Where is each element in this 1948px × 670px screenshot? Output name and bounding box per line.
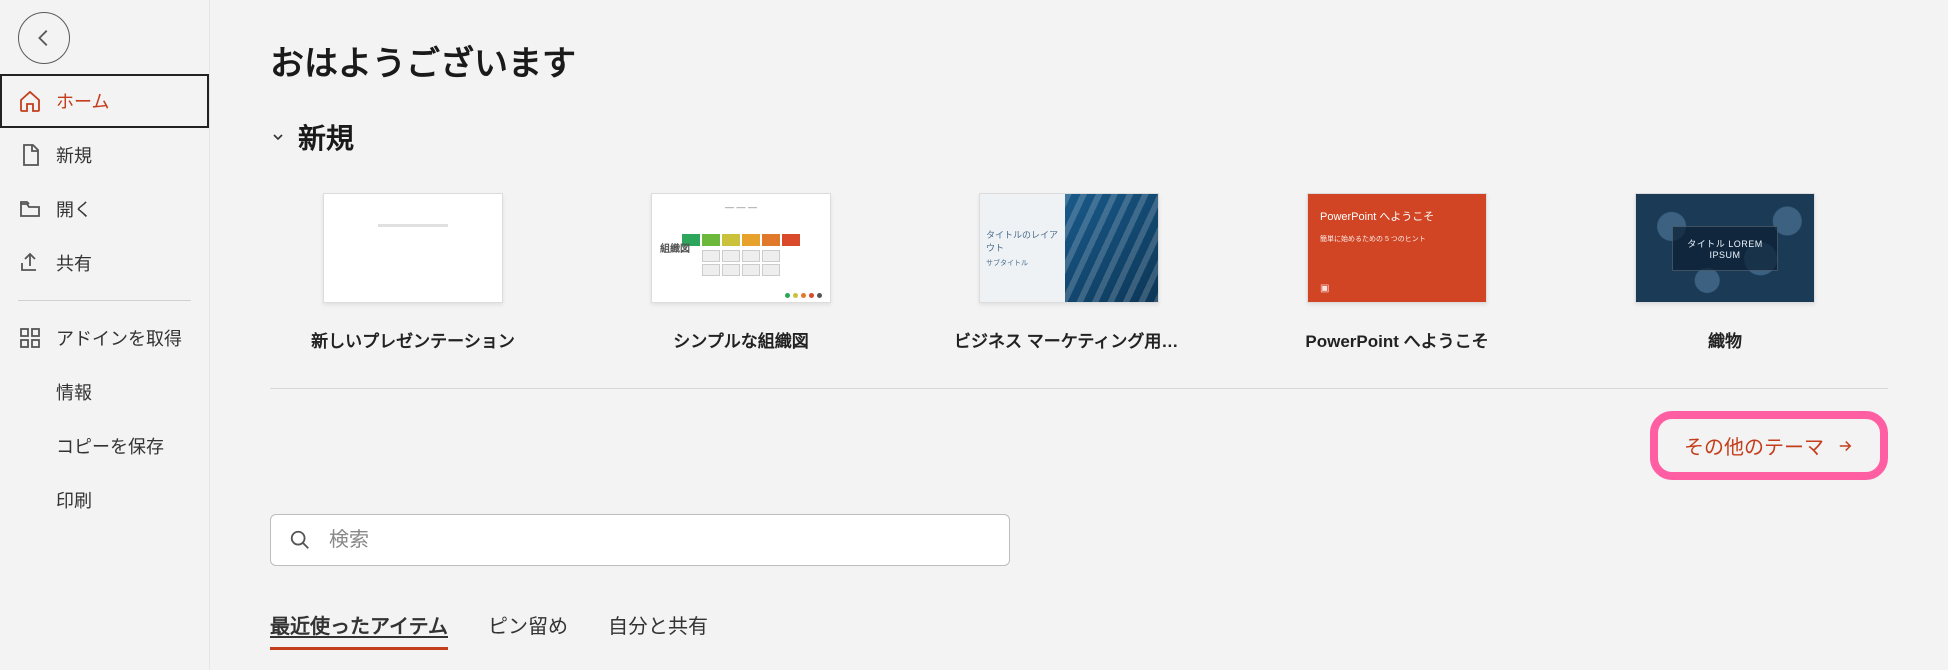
thumb-text: サブタイトル	[986, 258, 1059, 268]
sidebar-item-label: コピーを保存	[56, 437, 164, 457]
sidebar-item-info[interactable]: 情報	[0, 365, 209, 419]
more-themes-container: その他のテーマ	[270, 389, 1888, 514]
addins-icon	[18, 326, 42, 350]
template-label: 織物	[1610, 327, 1840, 352]
sidebar-item-save-copy[interactable]: コピーを保存	[0, 419, 209, 473]
sidebar-item-label: 印刷	[56, 491, 92, 511]
powerpoint-icon: ▣	[1320, 283, 1329, 294]
thumb-text: タイトルのレイアウト	[986, 228, 1059, 254]
thumbnail: PowerPoint へようこそ 簡単に始めるための 5 つのヒント ▣	[1307, 193, 1487, 303]
sidebar-item-home[interactable]: ホーム	[0, 74, 209, 128]
new-file-icon	[18, 143, 42, 167]
template-fabric[interactable]: タイトル LOREM IPSUM 織物	[1610, 193, 1840, 352]
folder-open-icon	[18, 197, 42, 221]
template-label: 新しいプレゼンテーション	[298, 327, 528, 352]
arrow-left-icon	[33, 27, 55, 49]
template-label: ビジネス マーケティング用ガラ…	[954, 327, 1184, 352]
template-org-chart[interactable]: — — — 組織図 シンプルな組織図	[626, 193, 856, 352]
thumb-text: タイトル LOREM	[1687, 237, 1763, 250]
template-business-marketing[interactable]: タイトルのレイアウト サブタイトル ビジネス マーケティング用ガラ…	[954, 193, 1184, 352]
thumbnail	[323, 193, 503, 303]
more-themes-label: その他のテーマ	[1684, 431, 1824, 460]
thumb-text: 簡単に始めるための 5 つのヒント	[1320, 234, 1474, 244]
sidebar-item-addins[interactable]: アドインを取得	[0, 311, 209, 365]
search-icon	[289, 529, 311, 551]
thumb-text: PowerPoint へようこそ	[1320, 208, 1474, 224]
thumb-text: 組織図	[660, 240, 690, 255]
thumbnail: — — — 組織図	[651, 193, 831, 303]
share-icon	[18, 251, 42, 275]
chevron-down-icon	[270, 129, 286, 145]
tab-recent[interactable]: 最近使ったアイテム	[270, 610, 448, 650]
tab-label: 自分と共有	[608, 616, 708, 638]
thumbnail: タイトル LOREM IPSUM	[1635, 193, 1815, 303]
sidebar-item-open[interactable]: 開く	[0, 182, 209, 236]
thumbnail: タイトルのレイアウト サブタイトル	[979, 193, 1159, 303]
tab-pinned[interactable]: ピン留め	[488, 610, 568, 650]
search-input[interactable]	[329, 529, 991, 552]
tab-label: ピン留め	[488, 616, 568, 638]
template-welcome[interactable]: PowerPoint へようこそ 簡単に始めるための 5 つのヒント ▣ Pow…	[1282, 193, 1512, 352]
template-label: PowerPoint へようこそ	[1282, 327, 1512, 352]
content-area: おはようございます 新規 新しいプレゼンテーション — — — 組織図	[210, 0, 1948, 670]
sidebar-item-label: 新規	[56, 142, 92, 168]
sidebar: ホーム 新規 開く 共有 アドインを取得	[0, 0, 210, 670]
sidebar-item-label: 開く	[56, 196, 92, 222]
templates-row: 新しいプレゼンテーション — — — 組織図 シンプルな組織図	[270, 193, 1888, 389]
thumb-text: IPSUM	[1687, 250, 1763, 260]
file-tabs: 最近使ったアイテム ピン留め 自分と共有	[270, 610, 1888, 650]
greeting-title: おはようございます	[270, 36, 1888, 85]
new-section-toggle[interactable]: 新規	[270, 117, 1888, 157]
main-area: ホーム 新規 開く 共有 アドインを取得	[0, 0, 1948, 670]
section-title: 新規	[298, 117, 354, 157]
thumb-text: — — —	[725, 202, 757, 212]
sidebar-item-label: 共有	[56, 250, 92, 276]
template-label: シンプルな組織図	[626, 327, 856, 352]
sidebar-item-print[interactable]: 印刷	[0, 473, 209, 527]
divider	[18, 300, 191, 301]
sidebar-item-label: 情報	[56, 383, 92, 403]
sidebar-item-share[interactable]: 共有	[0, 236, 209, 290]
search-box[interactable]	[270, 514, 1010, 566]
template-blank[interactable]: 新しいプレゼンテーション	[298, 193, 528, 352]
tab-label: 最近使ったアイテム	[270, 616, 448, 638]
sidebar-item-label: ホーム	[56, 88, 109, 114]
home-icon	[18, 89, 42, 113]
sidebar-item-new[interactable]: 新規	[0, 128, 209, 182]
more-themes-link[interactable]: その他のテーマ	[1650, 411, 1888, 480]
back-button[interactable]	[18, 12, 70, 64]
tab-shared[interactable]: 自分と共有	[608, 610, 708, 650]
sidebar-item-label: アドインを取得	[56, 325, 182, 351]
arrow-right-icon	[1836, 437, 1854, 455]
